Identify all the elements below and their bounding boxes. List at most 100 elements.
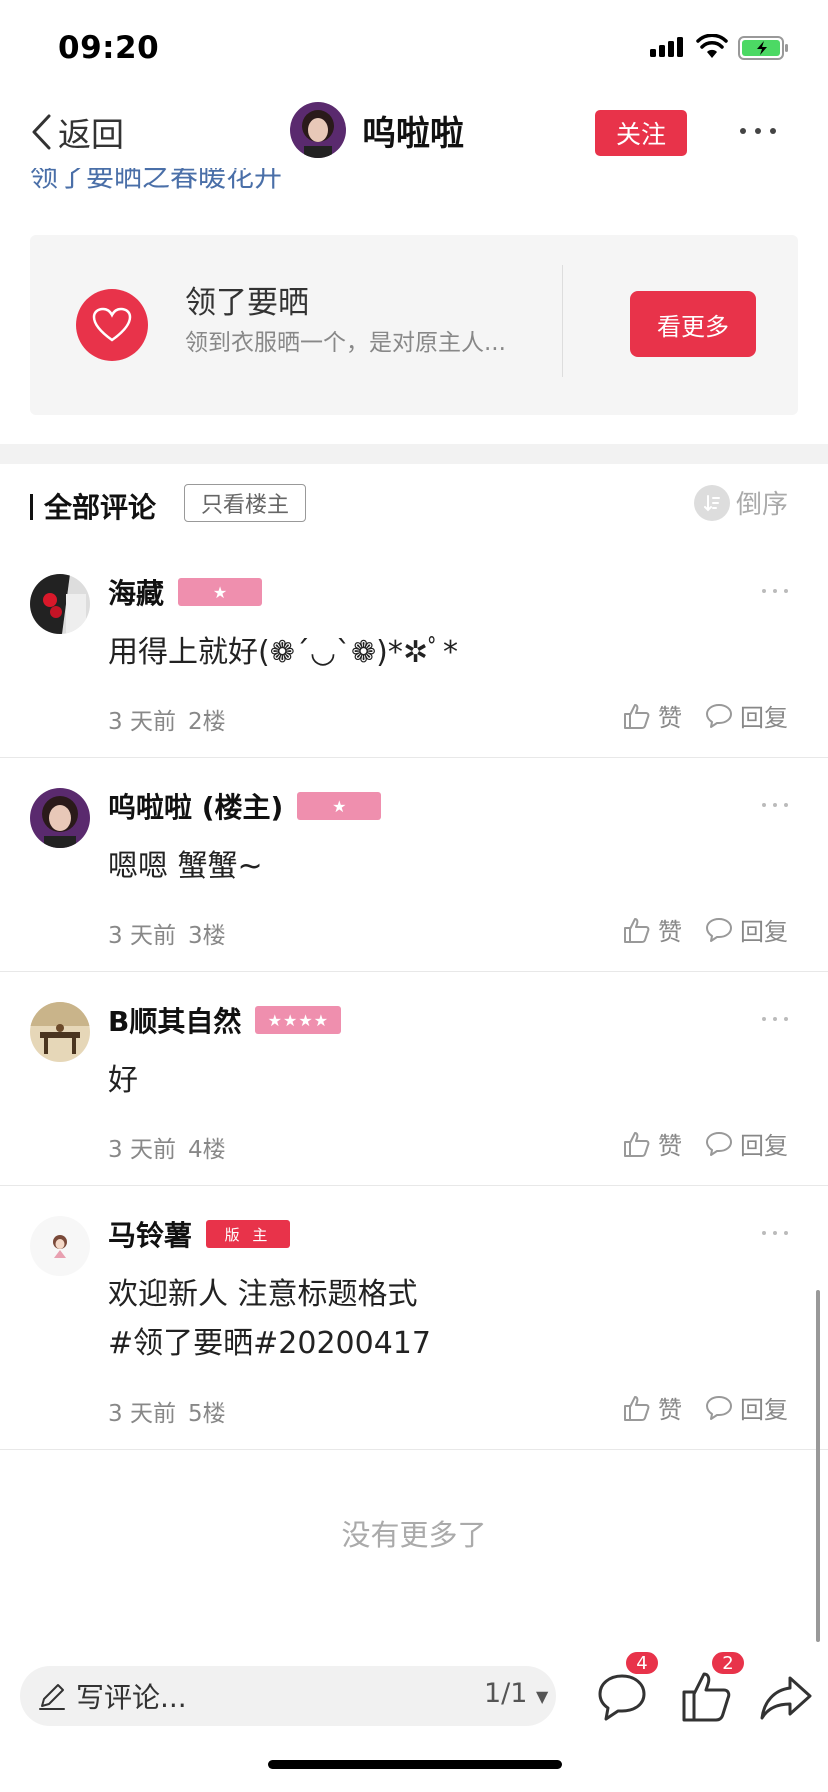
- card-title: 领了要晒: [185, 285, 309, 321]
- comment-content-line: 欢迎新人 注意标题格式: [108, 1277, 418, 1312]
- comment-time: 3 天前: [108, 1137, 176, 1163]
- comment-floor: 5楼: [187, 1401, 226, 1427]
- like-button[interactable]: 赞: [622, 1126, 682, 1161]
- like-label: 赞: [658, 704, 682, 732]
- sort-label: 倒序: [736, 490, 789, 520]
- back-button[interactable]: 返回: [30, 110, 124, 154]
- comment-meta: 3 天前 5楼: [108, 1394, 238, 1428]
- avatar[interactable]: [290, 102, 346, 158]
- reply-label: 回复: [740, 918, 788, 946]
- comment-item: 海藏 ★ 用得上就好(❁´◡`❁)*✲ﾟ* 3 天前 2楼 赞 回复: [0, 544, 828, 758]
- like-label: 赞: [658, 1132, 682, 1160]
- like-button[interactable]: 赞: [622, 912, 682, 947]
- more-icon[interactable]: [762, 803, 788, 809]
- comment-header: 马铃薯 版 主: [108, 1214, 291, 1254]
- comment-author[interactable]: 马铃薯: [108, 1214, 192, 1254]
- comment-meta: 3 天前 4楼: [108, 1130, 238, 1164]
- comment-content: 好: [108, 1063, 138, 1098]
- comment-meta: 3 天前 2楼: [108, 702, 238, 736]
- share-arrow-icon: [760, 1676, 812, 1720]
- comments-button[interactable]: 4: [590, 1650, 660, 1728]
- nav-bar: 返回 呜啦啦 关注: [0, 96, 828, 168]
- comment-time: 3 天前: [108, 709, 176, 735]
- reply-button[interactable]: 回复: [704, 698, 788, 733]
- comments-header: 全部评论 只看楼主 倒序: [0, 464, 828, 544]
- thumbs-up-icon: [624, 1395, 650, 1421]
- card-divider: [562, 265, 563, 377]
- more-icon[interactable]: [762, 1017, 788, 1023]
- avatar[interactable]: [30, 574, 90, 634]
- comment-input[interactable]: 写评论... 1/1 ▼: [20, 1666, 556, 1726]
- reply-label: 回复: [740, 1132, 788, 1160]
- level-badge: ★: [178, 578, 263, 606]
- speech-bubble-icon: [706, 1395, 732, 1420]
- comment-actions: 赞 回复: [622, 912, 788, 947]
- section-divider: [0, 444, 828, 464]
- comment-author[interactable]: 呜啦啦 (楼主): [108, 786, 283, 826]
- home-indicator: [268, 1760, 562, 1769]
- battery-icon: [738, 36, 788, 60]
- caret-down-icon: ▼: [536, 1687, 549, 1706]
- moderator-badge: 版 主: [206, 1220, 291, 1248]
- comment-actions: 赞 回复: [622, 1126, 788, 1161]
- more-icon[interactable]: [740, 116, 776, 146]
- comment-time: 3 天前: [108, 1401, 176, 1427]
- reply-button[interactable]: 回复: [704, 1126, 788, 1161]
- op-only-toggle[interactable]: 只看楼主: [184, 484, 306, 522]
- like-button[interactable]: 赞: [622, 698, 682, 733]
- comment-content: 用得上就好(❁´◡`❁)*✲ﾟ*: [108, 635, 458, 670]
- comment-item: 呜啦啦 (楼主) ★ 嗯嗯 蟹蟹~ 3 天前 3楼 赞 回复: [0, 758, 828, 972]
- thumbs-up-icon: [624, 1131, 650, 1157]
- reply-button[interactable]: 回复: [704, 1390, 788, 1425]
- status-time: 09:20: [58, 30, 160, 66]
- header-bar: [30, 494, 33, 520]
- see-more-button[interactable]: 看更多: [630, 291, 756, 357]
- no-more-text: 没有更多了: [341, 1518, 487, 1552]
- topic-card[interactable]: 领了要晒 领到衣服晒一个，是对原主人... 看更多: [30, 235, 798, 415]
- like-label: 赞: [658, 918, 682, 946]
- comment-content: 欢迎新人 注意标题格式 #领了要晒#20200417: [108, 1270, 431, 1368]
- more-icon[interactable]: [762, 589, 788, 595]
- level-badge: ★★★★: [255, 1006, 342, 1034]
- comment-header: 呜啦啦 (楼主) ★: [108, 786, 382, 826]
- comment-floor: 3楼: [187, 923, 226, 949]
- wifi-icon: [696, 34, 728, 58]
- sort-toggle[interactable]: 倒序: [694, 484, 788, 521]
- comment-actions: 赞 回复: [622, 698, 788, 733]
- thumbs-up-icon: [624, 703, 650, 729]
- heart-icon: [76, 289, 148, 361]
- nav-user-name: 呜啦啦: [362, 113, 464, 154]
- nav-user[interactable]: 呜啦啦: [290, 102, 464, 158]
- comment-author[interactable]: 海藏: [108, 572, 164, 612]
- like-post-button[interactable]: 2: [674, 1650, 746, 1728]
- level-badge: ★: [297, 792, 382, 820]
- comment-header: B顺其自然 ★★★★: [108, 1000, 342, 1040]
- reply-button[interactable]: 回复: [704, 912, 788, 947]
- status-bar: 09:20: [0, 0, 828, 96]
- avatar[interactable]: [30, 1002, 90, 1062]
- comment-floor: 4楼: [187, 1137, 226, 1163]
- comment-author[interactable]: B顺其自然: [108, 1000, 241, 1040]
- comment-item: B顺其自然 ★★★★ 好 3 天前 4楼 赞 回复: [0, 972, 828, 1186]
- share-button[interactable]: [754, 1664, 818, 1728]
- avatar[interactable]: [30, 788, 90, 848]
- comment-count-badge: 4: [624, 1650, 660, 1676]
- signal-icon: [650, 37, 683, 57]
- page-indicator[interactable]: 1/1 ▼: [484, 1678, 548, 1709]
- back-label: 返回: [58, 115, 124, 154]
- pen-icon: [39, 1684, 65, 1710]
- sort-icon: [694, 484, 730, 521]
- bottom-bar: 写评论... 1/1 ▼ 4 2: [0, 1650, 828, 1738]
- more-icon[interactable]: [762, 1231, 788, 1237]
- scrollbar[interactable]: [816, 1290, 820, 1642]
- comment-meta: 3 天前 3楼: [108, 916, 238, 950]
- follow-button[interactable]: 关注: [595, 110, 687, 156]
- speech-bubble-icon: [706, 1131, 732, 1156]
- avatar[interactable]: [30, 1216, 90, 1276]
- comments-title: 全部评论: [44, 491, 157, 524]
- like-button[interactable]: 赞: [622, 1390, 682, 1425]
- comment-content: 嗯嗯 蟹蟹~: [108, 849, 263, 884]
- reply-label: 回复: [740, 1396, 788, 1424]
- comment-actions: 赞 回复: [622, 1390, 788, 1425]
- page-number: 1/1: [484, 1678, 528, 1709]
